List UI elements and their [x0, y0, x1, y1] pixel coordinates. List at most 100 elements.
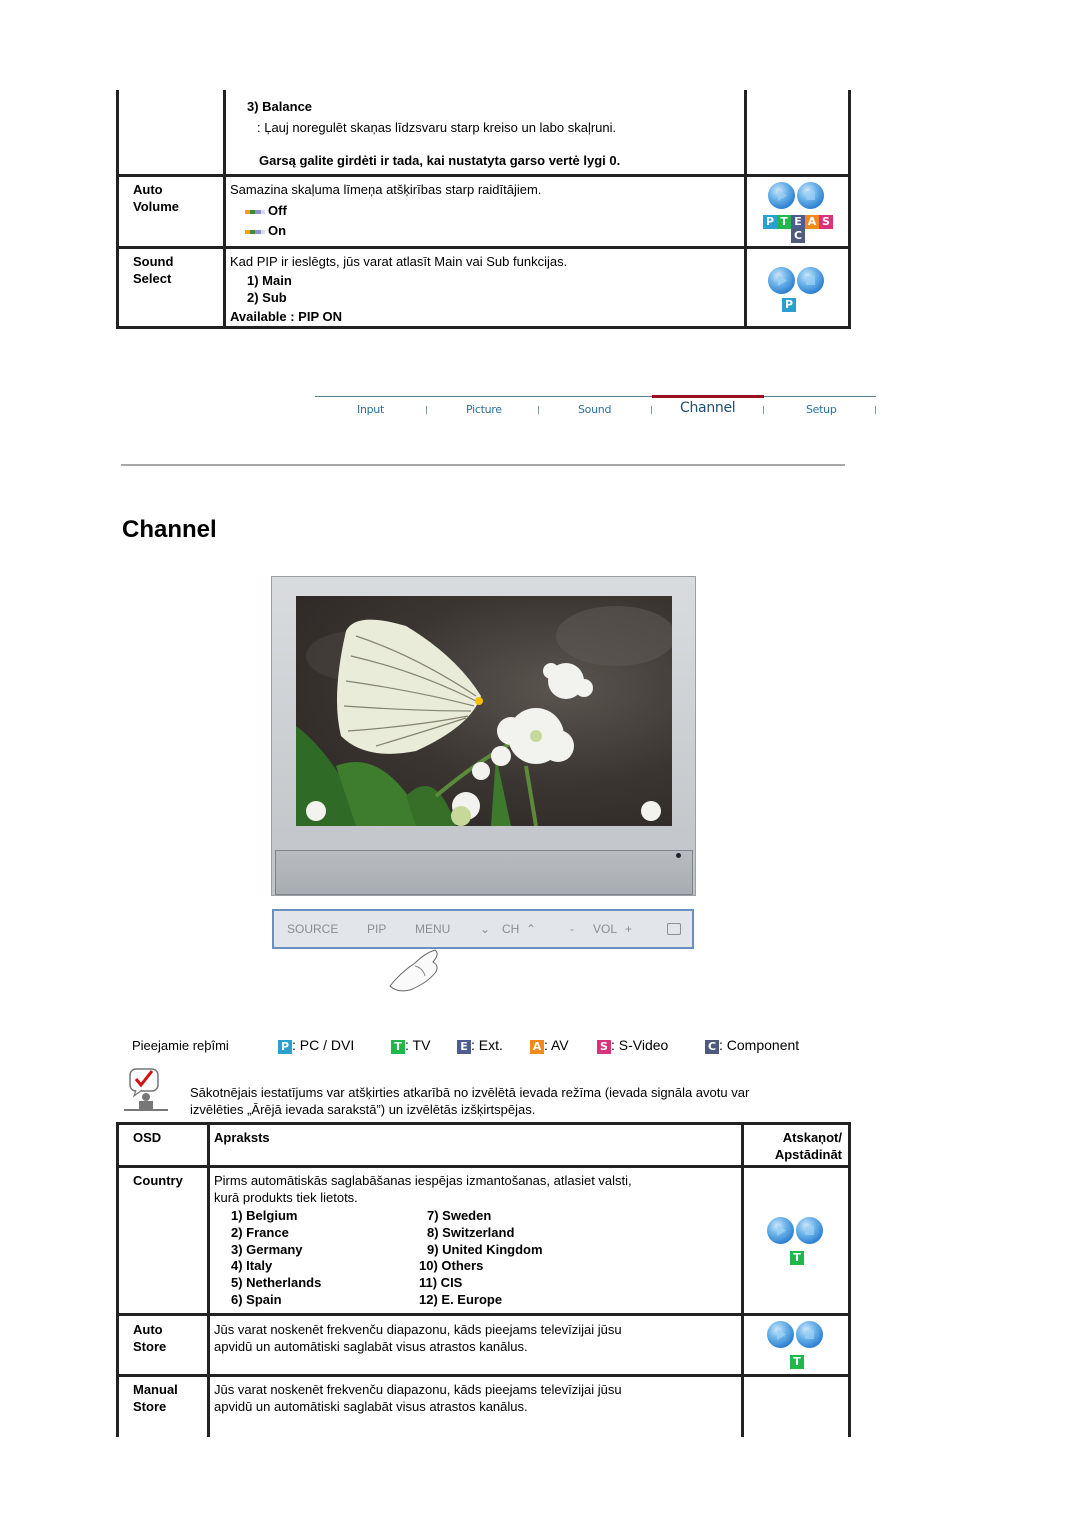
header-line: Apstādināt: [774, 1147, 842, 1162]
play-icon[interactable]: [768, 267, 795, 294]
option-sub: 2) Sub: [247, 290, 287, 305]
stop-icon[interactable]: [796, 1321, 823, 1348]
mode-badge-s: S: [819, 215, 833, 229]
page-title: Channel: [122, 516, 217, 543]
country-item: 2) France: [231, 1224, 289, 1240]
option-on: On: [245, 222, 286, 239]
divider: [121, 464, 845, 466]
country-item: 12) E. Europe: [419, 1291, 503, 1307]
mode-text: : S-Video: [611, 1037, 669, 1053]
osd-manual-store: Manual Store: [133, 1381, 178, 1415]
sound-select-desc: Kad PIP ir ieslēgts, jūs varat atlasīt M…: [230, 254, 568, 269]
mode-badge-t: T: [790, 1251, 804, 1265]
mode-badge-t: T: [790, 1355, 804, 1369]
mode-item-component: C: Component: [705, 1037, 799, 1054]
pip-button[interactable]: PIP: [367, 922, 386, 936]
tv-screen: [296, 596, 672, 826]
table-border: [116, 1122, 851, 1125]
nav-separator: [763, 406, 764, 414]
mode-text: : Component: [719, 1037, 800, 1053]
option-off: Off: [245, 202, 287, 219]
mode-badge-p: P: [278, 1040, 292, 1054]
mode-badge-e: E: [457, 1040, 471, 1054]
channel-up-icon[interactable]: ⌃: [526, 922, 536, 936]
mode-item-av: A: AV: [530, 1037, 569, 1054]
stop-icon[interactable]: [797, 182, 824, 209]
osd-label-line: Store: [133, 1399, 167, 1414]
play-icon[interactable]: [767, 1321, 794, 1348]
country-item: 10) Others: [419, 1258, 484, 1274]
header-line: Atskaņot/: [782, 1130, 842, 1145]
volume-down-button[interactable]: -: [570, 922, 574, 936]
country-item: 3) Germany: [231, 1241, 303, 1257]
play-icon[interactable]: [768, 182, 795, 209]
country-list-right: 7) Sweden 8) Switzerland 9) United Kingd…: [419, 1208, 543, 1309]
note-line: Sākotnējais iestatījums var atšķirties a…: [190, 1085, 750, 1100]
country-item: 7) Sweden: [427, 1208, 492, 1223]
table-border: [223, 90, 226, 329]
stop-icon[interactable]: [796, 1217, 823, 1244]
modes-legend-label: Pieejamie reþîmi: [132, 1038, 229, 1053]
header-osd: OSD: [133, 1130, 162, 1145]
channel-down-icon[interactable]: ⌄: [480, 922, 490, 936]
osd-auto-store: Auto Store: [133, 1321, 166, 1355]
table-border: [116, 1374, 851, 1377]
nav-picture[interactable]: Picture: [466, 403, 502, 416]
mode-item-pc: P: PC / DVI: [278, 1037, 354, 1054]
mode-badge-p: P: [782, 298, 796, 312]
osd-label-line: Manual: [133, 1382, 178, 1397]
volume-up-button[interactable]: +: [625, 922, 632, 936]
source-button[interactable]: SOURCE: [287, 922, 338, 936]
osd-sound-select: Sound Select: [133, 253, 173, 287]
enter-icon[interactable]: [667, 923, 681, 935]
option-label: Off: [268, 203, 287, 218]
mode-badge-t: T: [391, 1040, 405, 1054]
desc-line: Jūs varat noskenēt frekvenču diapazonu, …: [214, 1322, 622, 1337]
country-item: 1) Belgium: [231, 1208, 298, 1223]
mode-badge-a: A: [805, 215, 819, 229]
nav-setup[interactable]: Setup: [806, 403, 837, 416]
osd-auto-volume: Auto Volume: [133, 181, 179, 215]
note-line: izvēlēties „Ārējā ievada sarakstā”) un i…: [190, 1102, 536, 1117]
volume-label: VOL: [593, 922, 618, 936]
header-description: Apraksts: [214, 1130, 270, 1145]
mode-badge-s: S: [597, 1040, 611, 1054]
osd-label-line: Select: [133, 271, 172, 286]
table-border: [848, 90, 851, 329]
nav-separator: [538, 406, 539, 414]
bullet-icon: [245, 209, 265, 214]
desc-line: Pirms automātiskās saglabāšanas iespējas…: [214, 1173, 632, 1188]
country-list-left: 1) Belgium 2) France 3) Germany 4) Italy…: [231, 1208, 321, 1309]
table-border: [744, 90, 747, 329]
mode-badges: T: [790, 1353, 804, 1369]
nav-rule: [315, 396, 652, 397]
play-stop-icon[interactable]: [767, 1217, 825, 1245]
mode-badge-t: T: [777, 215, 791, 229]
nav-input[interactable]: Input: [357, 403, 384, 416]
country-item: 4) Italy: [231, 1258, 273, 1274]
mode-item-ext: E: Ext.: [457, 1037, 503, 1054]
mode-badges: P: [782, 296, 796, 312]
osd-label-line: Auto: [133, 182, 163, 197]
mode-text: : TV: [405, 1037, 431, 1053]
mode-badge-a: A: [530, 1040, 544, 1054]
play-stop-icon[interactable]: [767, 1321, 825, 1349]
country-item: 5) Netherlands: [231, 1275, 322, 1291]
desc-line: kurā produkts tiek lietots.: [214, 1190, 358, 1205]
country-desc: Pirms automātiskās saglabāšanas iespējas…: [214, 1172, 632, 1206]
play-stop-icon[interactable]: [768, 182, 826, 210]
header-play-stop: Atskaņot/ Apstādināt: [744, 1129, 848, 1163]
play-icon[interactable]: [767, 1217, 794, 1244]
osd-label-line: Store: [133, 1339, 167, 1354]
nav-channel[interactable]: Channel: [680, 400, 736, 416]
play-stop-icon[interactable]: [768, 267, 826, 295]
table-border: [116, 90, 119, 329]
table-border: [848, 1122, 851, 1437]
menu-button[interactable]: MENU: [415, 922, 450, 936]
mode-text: : AV: [544, 1037, 569, 1053]
nav-sound[interactable]: Sound: [578, 403, 611, 416]
osd-label-line: Auto: [133, 1322, 163, 1337]
tv-speaker: [275, 850, 693, 895]
stop-icon[interactable]: [797, 267, 824, 294]
desc-line: apvidū un automātiski saglabāt visus atr…: [214, 1399, 528, 1414]
